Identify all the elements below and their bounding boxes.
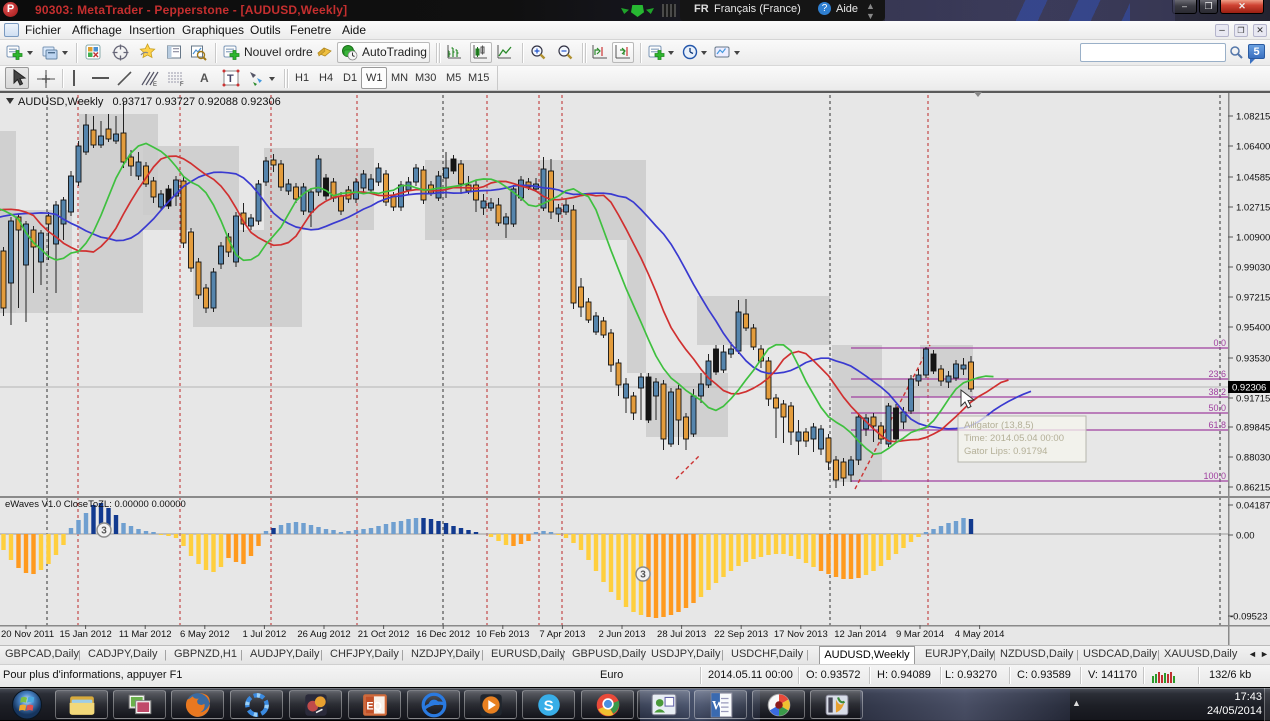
svg-text:20 Nov 2011: 20 Nov 2011 <box>1 629 54 640</box>
svg-text:100.0: 100.0 <box>1203 471 1226 481</box>
svg-text:0.92306: 0.92306 <box>1232 383 1266 394</box>
svg-text:50.0: 50.0 <box>1208 403 1226 413</box>
svg-text:AUDUSD,Weekly 0.93717 0.9372: AUDUSD,Weekly 0.93717 0.93727 0.92088 0.… <box>18 96 281 108</box>
svg-text:21 Oct 2012: 21 Oct 2012 <box>358 629 410 640</box>
svg-text:1.04585: 1.04585 <box>1236 173 1270 184</box>
svg-text:3: 3 <box>640 570 646 581</box>
svg-text:38.2: 38.2 <box>1208 387 1226 397</box>
svg-text:23.6: 23.6 <box>1208 369 1226 379</box>
svg-text:Alligator (13,8,5): Alligator (13,8,5) <box>964 420 1034 431</box>
svg-text:0.00: 0.00 <box>1236 531 1255 542</box>
svg-text:26 Aug 2012: 26 Aug 2012 <box>297 629 350 640</box>
svg-text:0.04187: 0.04187 <box>1236 501 1270 512</box>
svg-text:4 May 2014: 4 May 2014 <box>955 629 1005 640</box>
svg-text:-0.09523: -0.09523 <box>1230 612 1268 623</box>
svg-text:1 Jul 2012: 1 Jul 2012 <box>242 629 286 640</box>
svg-text:0.89845: 0.89845 <box>1236 423 1270 434</box>
svg-text:22 Sep 2013: 22 Sep 2013 <box>714 629 768 640</box>
svg-text:7 Apr 2013: 7 Apr 2013 <box>539 629 585 640</box>
svg-text:1.02715: 1.02715 <box>1236 203 1270 214</box>
svg-text:6 May 2012: 6 May 2012 <box>180 629 230 640</box>
svg-text:E: E <box>153 82 157 87</box>
svg-text:1.06400: 1.06400 <box>1236 142 1270 153</box>
svg-text:0.93530: 0.93530 <box>1236 354 1270 365</box>
svg-text:0.97215: 0.97215 <box>1236 293 1270 304</box>
svg-text:10 Feb 2013: 10 Feb 2013 <box>476 629 529 640</box>
svg-text:1.08215: 1.08215 <box>1236 112 1270 123</box>
svg-text:11 Mar 2012: 11 Mar 2012 <box>119 629 172 640</box>
svg-text:S: S <box>544 697 554 714</box>
svg-text:0.99030: 0.99030 <box>1236 263 1270 274</box>
svg-text:EQ: EQ <box>366 700 382 712</box>
svg-text:9 Mar 2014: 9 Mar 2014 <box>896 629 944 640</box>
svg-text:2 Jun 2013: 2 Jun 2013 <box>598 629 645 640</box>
svg-text:3: 3 <box>101 526 107 537</box>
svg-text:0.95400: 0.95400 <box>1236 323 1270 334</box>
svg-text:F: F <box>180 82 184 87</box>
svg-text:12 Jan 2014: 12 Jan 2014 <box>834 629 886 640</box>
svg-text:61.8: 61.8 <box>1208 420 1226 430</box>
svg-text:16 Dec 2012: 16 Dec 2012 <box>416 629 470 640</box>
svg-text:Gator Lips: 0.91794: Gator Lips: 0.91794 <box>964 446 1047 457</box>
svg-text:28 Jul 2013: 28 Jul 2013 <box>657 629 706 640</box>
svg-text:0.86215: 0.86215 <box>1236 483 1270 494</box>
svg-text:T: T <box>227 73 234 85</box>
svg-text:17 Nov 2013: 17 Nov 2013 <box>774 629 828 640</box>
svg-text:15 Jan 2012: 15 Jan 2012 <box>59 629 111 640</box>
svg-text:eWaves V1.0 CloseToZL: 0.00000: eWaves V1.0 CloseToZL: 0.00000 0.00000 <box>5 499 186 510</box>
svg-text:0.91715: 0.91715 <box>1236 394 1270 405</box>
svg-text:0.0: 0.0 <box>1213 338 1226 348</box>
svg-text:1.00900: 1.00900 <box>1236 233 1270 244</box>
svg-text:Time: 2014.05.04 00:00: Time: 2014.05.04 00:00 <box>964 433 1064 444</box>
svg-text:0.88030: 0.88030 <box>1236 453 1270 464</box>
svg-text:W: W <box>712 697 725 712</box>
